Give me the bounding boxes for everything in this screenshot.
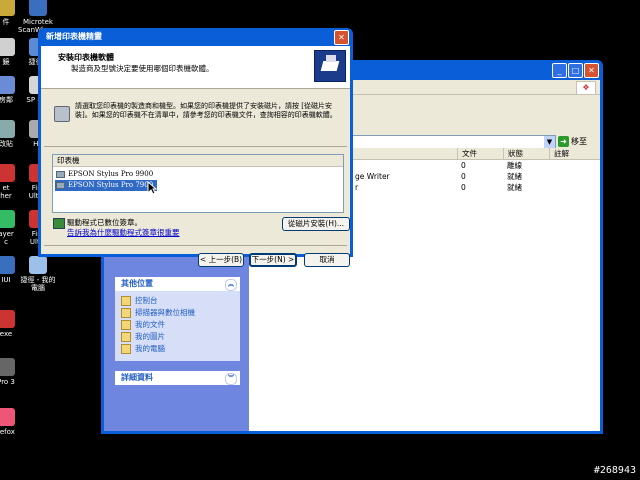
other-places-header[interactable]: 其他位置 ︽ [115, 277, 240, 291]
shortcut-icon [0, 358, 15, 376]
dialog-body: 安裝印表機軟體 製造商及型號決定要使用哪個印表機軟體。 請選取您印表機的製造商和… [41, 46, 350, 267]
desktop-icon[interactable]: 捷徑 - 我的 電腦 [18, 256, 58, 292]
other-places-link[interactable]: 控制台 [115, 295, 240, 307]
list-header: 印表機 [53, 155, 343, 167]
back-button[interactable]: < 上一步(B) [198, 253, 244, 267]
column-status[interactable]: 狀態 [503, 148, 549, 159]
shortcut-icon [0, 120, 15, 138]
add-printer-wizard: 新增印表機精靈 ✕ 安裝印表機軟體 製造商及型號決定要使用哪個印表機軟體。 請選… [38, 28, 353, 267]
printer-row-docs: 0 [461, 172, 466, 181]
desktop-icon[interactable]: refox [0, 408, 26, 436]
printer-model-item[interactable]: EPSON Stylus Pro 9900 [55, 169, 157, 180]
desktop-icon-label: 捷徑 - 我的 電腦 [20, 276, 56, 292]
other-places-link[interactable]: 我的圖片 [115, 331, 240, 343]
folder-icon [121, 320, 131, 330]
shortcut-icon [0, 76, 15, 94]
next-button[interactable]: 下一步(N) > [249, 253, 297, 267]
cancel-button[interactable]: 取消 [304, 253, 350, 267]
windows-logo-icon: ❖ [576, 81, 596, 95]
collapse-icon[interactable]: ︽ [225, 279, 237, 291]
close-button[interactable]: ✕ [584, 63, 599, 78]
signed-driver-icon [53, 218, 65, 229]
desktop-icon-label: Pro 3 [0, 378, 15, 386]
desktop-icon-label: refox [0, 428, 15, 436]
column-comment[interactable]: 註解 [549, 148, 609, 159]
shortcut-icon [0, 210, 15, 228]
printer-row-name[interactable]: ge Writer [355, 172, 390, 182]
printer-model-item[interactable]: EPSON Stylus Pro 7900 [55, 180, 158, 191]
desktop-icon-label: exe [0, 330, 13, 338]
other-places-link[interactable]: 掃描器與數位相機 [115, 307, 240, 319]
details-header[interactable]: 詳細資料 ︾ [115, 371, 240, 385]
folder-icon [121, 296, 131, 306]
other-places-panel: 其他位置 ︽ 控制台 掃描器與數位相機 我的文件 我的圖片 我的電腦 [115, 277, 240, 361]
header-title: 安裝印表機軟體 [58, 53, 114, 62]
printer-icon [56, 171, 65, 178]
other-places-link[interactable]: 我的電腦 [115, 343, 240, 355]
printer-icon [54, 106, 70, 122]
dialog-close-button[interactable]: ✕ [334, 30, 349, 45]
details-panel: 詳細資料 ︾ [115, 371, 240, 385]
expand-icon[interactable]: ︾ [225, 373, 237, 385]
column-docs[interactable]: 文件 [457, 148, 503, 159]
shortcut-icon [0, 408, 15, 426]
printer-wizard-icon [314, 50, 346, 82]
folder-icon [121, 308, 131, 318]
printer-row-docs: 0 [461, 183, 466, 192]
folder-icon [121, 344, 131, 354]
instruction-text: 請選取您印表機的製造商和機型。如果您的印表機提供了安裝磁片，請按 [從磁片安裝]… [75, 102, 337, 119]
printer-row-status: 就緒 [507, 172, 522, 181]
folder-icon [121, 332, 131, 342]
printer-model-list[interactable]: 印表機 EPSON Stylus Pro 9900 EPSON Stylus Pr… [52, 154, 344, 213]
printer-icon [56, 182, 65, 189]
minimize-button[interactable]: _ [552, 63, 567, 78]
shortcut-icon [0, 0, 15, 16]
printer-row-name[interactable]: r [355, 183, 358, 193]
other-places-link[interactable]: 我的文件 [115, 319, 240, 331]
desktop-icon[interactable]: exe [0, 310, 26, 338]
printer-row-docs: 0 [461, 161, 466, 170]
mouse-cursor-icon [147, 181, 157, 195]
shortcut-icon [0, 164, 15, 182]
have-disk-button[interactable]: 從磁片安裝(H)... [282, 217, 350, 231]
go-arrow-icon: ➜ [558, 136, 569, 147]
shortcut-icon [29, 0, 47, 16]
maximize-button[interactable]: □ [568, 63, 583, 78]
shortcut-icon [29, 256, 47, 274]
go-button[interactable]: ➜ 移至 [558, 134, 596, 149]
watermark: #268943 [593, 465, 636, 476]
wizard-header: 安裝印表機軟體 製造商及型號決定要使用哪個印表機軟體。 [41, 46, 350, 89]
button-divider [44, 245, 347, 246]
printer-row-status: 就緒 [507, 183, 522, 192]
shortcut-icon [0, 38, 15, 56]
printer-row-status: 離線 [507, 161, 522, 170]
header-subtitle: 製造商及型號決定要使用哪個印表機軟體。 [71, 64, 214, 73]
desktop-icon[interactable]: Pro 3 [0, 358, 26, 386]
shortcut-icon [0, 310, 15, 328]
shortcut-icon [0, 256, 15, 274]
divider [44, 146, 347, 147]
dialog-title: 新增印表機精靈 [46, 32, 102, 41]
why-signing-link[interactable]: 告訴我為什麼驅動程式簽章很重要 [67, 227, 180, 238]
